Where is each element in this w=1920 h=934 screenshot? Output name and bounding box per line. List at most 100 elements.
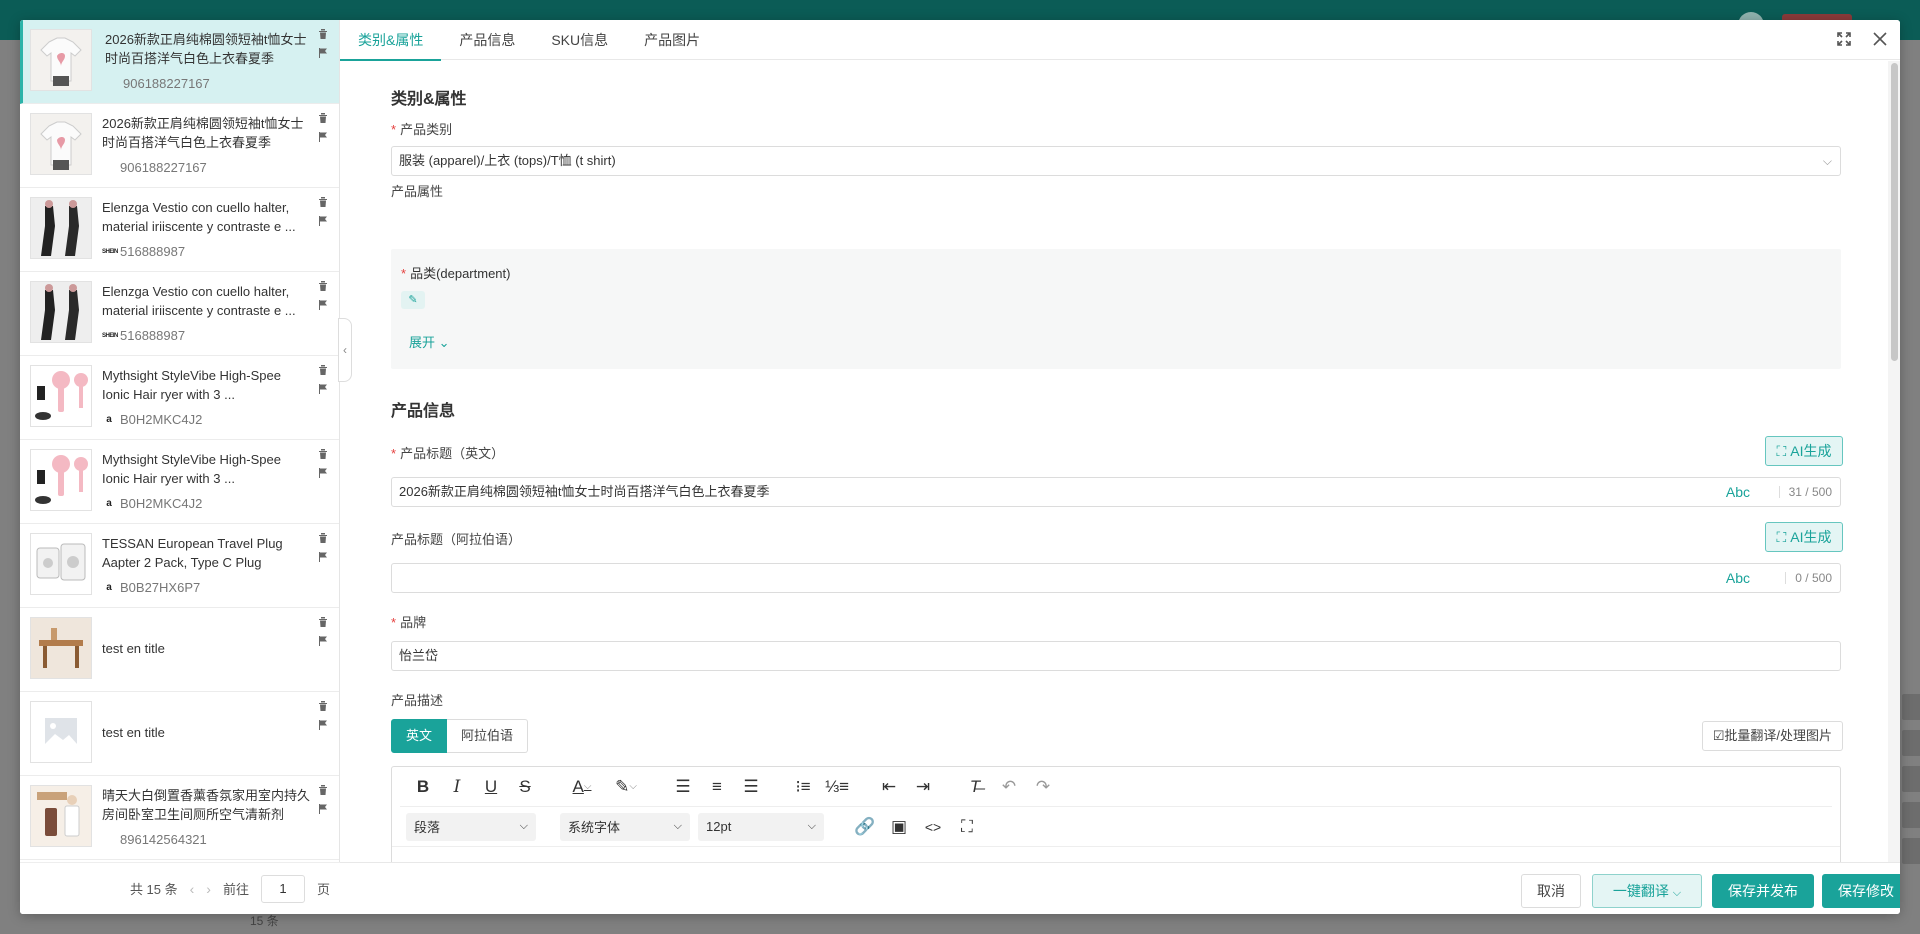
ai-scan-icon: ⛶ — [1776, 528, 1787, 545]
indent-icon[interactable]: ⇥ — [906, 773, 940, 801]
product-list-item[interactable]: 2026新款正肩纯棉圆领短袖t恤女士时尚百搭洋气白色上衣春夏季 906188227… — [20, 20, 339, 104]
text-case-button[interactable]: Abc — [1726, 478, 1750, 506]
trash-icon[interactable] — [317, 700, 329, 715]
trash-icon[interactable] — [317, 448, 329, 463]
product-list-item[interactable]: Elenzga Vestio con cuello halter, materi… — [20, 188, 339, 272]
product-list-item[interactable]: TESSAN European Travel Plug Aapter 2 Pac… — [20, 524, 339, 608]
flag-icon[interactable] — [317, 383, 329, 398]
pager-next-button[interactable]: › — [206, 881, 211, 897]
flag-icon[interactable] — [317, 803, 329, 818]
close-button[interactable] — [1872, 31, 1888, 50]
product-list-item[interactable]: 2026新款正肩纯棉圆领短袖t恤女士时尚百搭洋气白色上衣春夏季 906188227… — [20, 104, 339, 188]
trash-icon[interactable] — [317, 280, 329, 295]
collapse-list-button[interactable]: ‹ — [338, 318, 352, 382]
fullscreen-icon — [1837, 31, 1851, 46]
title-ar-input[interactable]: Abc 0 / 500 — [391, 563, 1841, 593]
flag-icon[interactable] — [317, 635, 329, 650]
product-list-item[interactable]: Elenzga Vestio con cuello halter, materi… — [20, 272, 339, 356]
chevron-down-icon: ⌵ — [519, 820, 528, 832]
product-list-item[interactable]: Mythsight StyleVibe High-Spee Ionic Hair… — [20, 440, 339, 524]
description-language-tabs: 英文 阿拉伯语 — [391, 719, 529, 753]
flag-icon[interactable] — [317, 47, 329, 62]
text-color-icon[interactable]: A ⌵ — [560, 773, 604, 801]
category-select[interactable]: 服装 (apparel)/上衣 (tops)/T恤 (t shirt) ⌵ — [391, 146, 1841, 176]
pager-prev-button[interactable]: ‹ — [190, 881, 195, 897]
brand-input[interactable]: 怡兰岱 — [391, 641, 1841, 671]
trash-icon[interactable] — [317, 532, 329, 547]
ai-generate-en-button[interactable]: ⛶ AI生成 — [1765, 436, 1843, 466]
trash-icon[interactable] — [317, 28, 329, 43]
fullscreen-icon[interactable]: ⛶ — [950, 813, 984, 841]
clear-format-icon[interactable]: T̶ — [958, 773, 992, 801]
product-id: 906188227167 — [123, 76, 210, 91]
numbered-list-icon[interactable]: ⅓≡ — [820, 773, 854, 801]
pager-page-input[interactable]: 1 — [260, 874, 305, 903]
title-en-input[interactable]: 2026新款正肩纯棉圆领短袖t恤女士时尚百搭洋气白色上衣春夏季 Abc 31 /… — [391, 477, 1841, 507]
ai-generate-ar-button[interactable]: ⛶ AI生成 — [1765, 522, 1843, 552]
bullet-list-icon[interactable]: ⁝≡ — [786, 773, 820, 801]
trash-icon[interactable] — [317, 784, 329, 799]
department-edit-button[interactable]: ✎ — [401, 291, 425, 309]
batch-translate-button[interactable]: ☑批量翻译/处理图片 — [1701, 721, 1843, 751]
save-and-publish-button[interactable]: 保存并发布 — [1712, 874, 1814, 908]
scrollbar-thumb[interactable] — [1891, 63, 1898, 361]
trash-icon[interactable] — [317, 112, 329, 127]
align-left-icon[interactable]: ☰ — [666, 773, 700, 801]
italic-icon[interactable]: I — [440, 773, 474, 801]
block-format-select[interactable]: 段落 ⌵ — [406, 812, 536, 841]
flag-icon[interactable] — [317, 299, 329, 314]
product-thumbnail — [30, 617, 92, 679]
outdent-icon[interactable]: ⇤ — [872, 773, 906, 801]
product-actions — [317, 28, 329, 62]
trash-icon[interactable] — [317, 364, 329, 379]
flag-icon[interactable] — [317, 551, 329, 566]
tab-sku-info[interactable]: SKU信息 — [533, 20, 626, 60]
product-id: 516888987 — [120, 244, 186, 259]
category-section-title: 类别&属性 — [391, 91, 467, 108]
product-actions — [317, 196, 329, 230]
highlight-icon[interactable]: ✎ ⌵ — [604, 773, 648, 801]
product-list-item[interactable]: test en title — [20, 608, 339, 692]
product-list-item[interactable]: Mythsight StyleVibe High-Spee Ionic Hair… — [20, 356, 339, 440]
product-thumbnail — [30, 533, 92, 595]
flag-icon[interactable] — [317, 467, 329, 482]
expand-attributes-link[interactable]: 展开 ⌄ — [409, 332, 450, 351]
align-right-icon[interactable]: ☰ — [734, 773, 768, 801]
flag-icon[interactable] — [317, 215, 329, 230]
flag-icon[interactable] — [317, 131, 329, 146]
one-click-translate-button[interactable]: 一键翻译 ⌵ — [1592, 874, 1702, 908]
underline-icon[interactable]: U — [474, 773, 508, 801]
product-pager: 共 15 条 ‹ › 前往 1 页 — [20, 862, 340, 914]
align-center-icon[interactable]: ≡ — [700, 773, 734, 801]
product-title: Mythsight StyleVibe High-Spee Ionic Hair… — [102, 452, 281, 486]
trash-icon[interactable] — [317, 196, 329, 211]
product-id-row: SHEIN 516888987 — [102, 328, 185, 343]
product-actions — [317, 364, 329, 398]
tab-product-info[interactable]: 产品信息 — [441, 20, 533, 60]
product-list-item[interactable]: test en title — [20, 692, 339, 776]
platform-logo-icon: SHEIN — [102, 248, 118, 255]
product-list-item[interactable]: 晴天大白倒置香薰香氛家用室内持久房间卧室卫生间厕所空气清新剂 8961425643… — [20, 776, 339, 860]
tab-category[interactable]: 类别&属性 — [340, 20, 442, 61]
lang-tab-en[interactable]: 英文 — [391, 719, 448, 753]
link-icon[interactable]: 🔗 — [848, 813, 882, 841]
save-changes-button[interactable]: 保存修改 — [1822, 874, 1900, 908]
strikethrough-icon[interactable]: S — [508, 773, 542, 801]
fullscreen-button[interactable] — [1836, 31, 1852, 50]
tab-product-images[interactable]: 产品图片 — [626, 20, 718, 60]
trash-icon[interactable] — [317, 616, 329, 631]
cancel-button[interactable]: 取消 — [1521, 874, 1581, 908]
category-label: * 产品类别 — [391, 122, 453, 137]
lang-tab-ar[interactable]: 阿拉伯语 — [447, 719, 529, 753]
redo-icon[interactable]: ↷ — [1026, 773, 1060, 801]
font-family-select[interactable]: 系统字体 ⌵ — [560, 812, 690, 841]
font-size-select[interactable]: 12pt ⌵ — [698, 812, 824, 841]
content-scrollbar[interactable] — [1888, 61, 1900, 862]
flag-icon[interactable] — [317, 719, 329, 734]
undo-icon[interactable]: ↶ — [992, 773, 1026, 801]
attributes-box: * 品类(department) ✎ 展开 ⌄ — [391, 249, 1841, 369]
image-icon[interactable]: ▣ — [882, 813, 916, 841]
text-case-button[interactable]: Abc — [1726, 564, 1750, 592]
code-icon[interactable]: <> — [916, 813, 950, 841]
bold-icon[interactable]: B — [406, 773, 440, 801]
